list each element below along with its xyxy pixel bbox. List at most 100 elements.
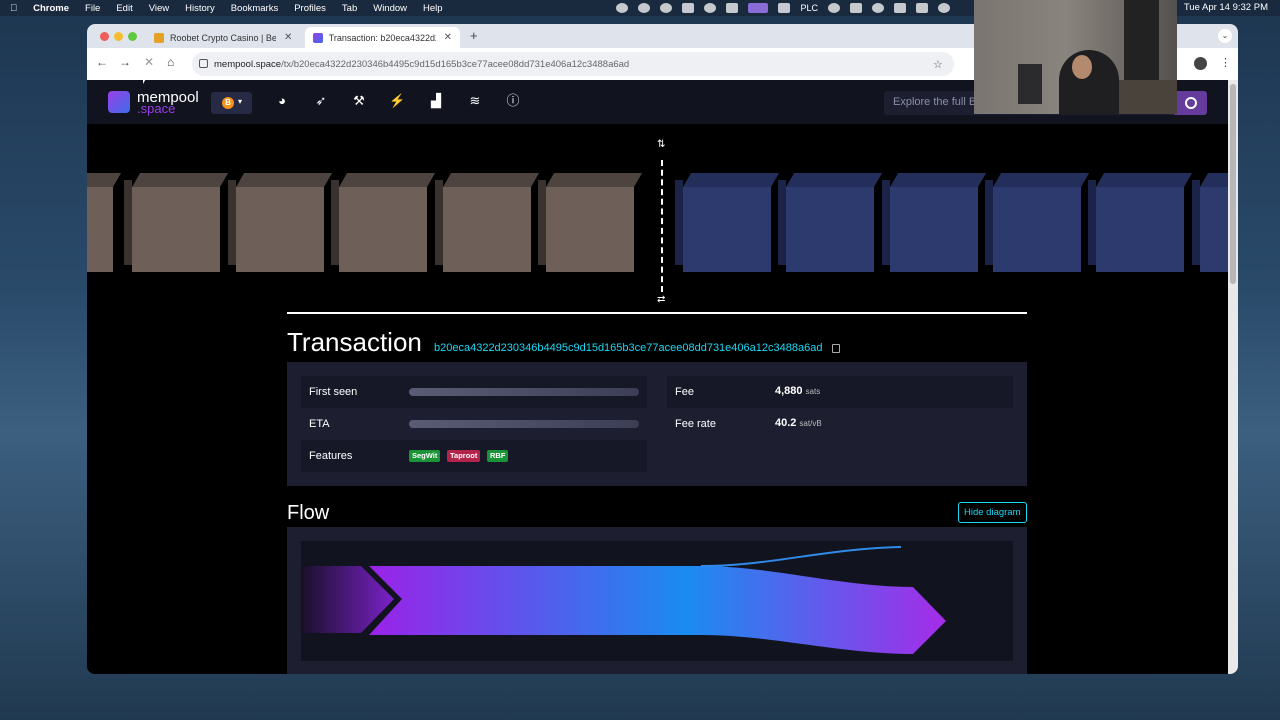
mempool-block[interactable] — [778, 173, 883, 272]
plc-status[interactable]: PLC — [800, 3, 818, 13]
close-window-button[interactable] — [100, 32, 109, 41]
s-app-icon[interactable] — [894, 3, 906, 13]
swap-vertical-icon[interactable]: ⇅ — [657, 139, 665, 150]
mined-block[interactable] — [228, 173, 333, 272]
fee-rate-label: Fee rate — [675, 418, 716, 430]
battery-icon[interactable] — [850, 3, 862, 13]
rocket-icon[interactable]: ➶ — [313, 93, 329, 109]
cloud-icon[interactable] — [682, 3, 695, 13]
first-seen-row: First seen — [301, 376, 647, 408]
profile-avatar[interactable] — [1194, 57, 1207, 70]
docs-icon[interactable]: ≋ — [467, 93, 483, 109]
zoom-icon[interactable] — [704, 3, 717, 13]
about-icon[interactable]: ⓘ — [505, 93, 521, 109]
flow-diagram[interactable] — [301, 541, 1013, 661]
taproot-badge[interactable]: Taproot — [447, 450, 481, 462]
bookmark-star-icon[interactable]: ☆ — [933, 58, 943, 71]
menu-file[interactable]: File — [85, 3, 100, 14]
tab-search-icon[interactable]: ⌄ — [1218, 29, 1232, 43]
lightning-icon[interactable]: ⚡ — [389, 93, 405, 109]
section-divider — [287, 312, 1027, 314]
screen-app-icon[interactable] — [748, 3, 769, 13]
mempool-block[interactable] — [1088, 173, 1193, 272]
back-icon[interactable]: ← — [96, 55, 108, 69]
display-icon[interactable] — [778, 3, 791, 13]
segwit-badge[interactable]: SegWit — [409, 450, 441, 462]
brightness-icon[interactable] — [616, 3, 629, 13]
menu-app-name[interactable]: Chrome — [33, 3, 69, 14]
mempool-favicon-icon — [313, 32, 323, 43]
mined-block[interactable] — [87, 173, 122, 272]
menu-window[interactable]: Window — [373, 3, 407, 14]
hide-diagram-button[interactable]: Hide diagram — [958, 502, 1027, 523]
menu-history[interactable]: History — [185, 3, 215, 14]
page-scrollbar[interactable] — [1228, 80, 1238, 674]
chain-divider — [661, 160, 663, 292]
mempool-block[interactable] — [675, 173, 780, 272]
site-info-icon[interactable] — [199, 59, 208, 68]
menu-profiles[interactable]: Profiles — [294, 3, 326, 14]
copy-icon[interactable] — [832, 344, 840, 353]
browser-window: Roobet Crypto Casino | Best ✕ Transactio… — [87, 24, 1238, 674]
sync-icon[interactable] — [660, 3, 673, 13]
address-bar[interactable]: mempool.space/tx/b20eca4322d230346b4495c… — [192, 52, 954, 76]
record-icon[interactable] — [638, 3, 651, 13]
menu-bookmarks[interactable]: Bookmarks — [231, 3, 279, 14]
loading-skeleton — [409, 388, 639, 396]
page-title: Transaction — [287, 327, 422, 357]
mempool-block[interactable] — [985, 173, 1090, 272]
mined-block[interactable] — [331, 173, 436, 272]
webcam-overlay — [974, 0, 1177, 114]
url-host: mempool.space — [214, 58, 282, 70]
search-button[interactable] — [1174, 91, 1207, 115]
mining-icon[interactable]: ⚒ — [351, 93, 367, 109]
browser-menu-icon[interactable]: ⋮ — [1220, 56, 1231, 69]
home-icon[interactable]: ⌂ — [167, 55, 174, 69]
tab-transaction-title: Transaction: b20eca4322d2 — [328, 32, 436, 43]
close-tab-icon[interactable]: ✕ — [284, 32, 292, 43]
fee-rate-unit: sat/vB — [799, 419, 822, 428]
tab-roobet[interactable]: Roobet Crypto Casino | Best ✕ — [146, 27, 303, 48]
new-tab-icon[interactable]: + — [470, 28, 478, 43]
txid-link[interactable]: b20eca4322d230346b4495c9d15d165b3ce77ace… — [434, 342, 822, 354]
vpn-icon[interactable] — [828, 3, 840, 13]
fee-unit: sats — [805, 387, 821, 396]
minimize-window-button[interactable] — [114, 32, 123, 41]
mined-block[interactable] — [435, 173, 540, 272]
dashboard-icon[interactable]: ◕ — [274, 93, 290, 109]
menu-view[interactable]: View — [149, 3, 169, 14]
mempool-block[interactable] — [882, 173, 987, 272]
green-app-icon[interactable] — [726, 3, 739, 13]
maximize-window-button[interactable] — [128, 32, 137, 41]
mempool-block[interactable] — [1192, 173, 1228, 272]
scrollbar-thumb[interactable] — [1230, 84, 1236, 284]
mined-block[interactable] — [538, 173, 643, 272]
menu-help[interactable]: Help — [423, 3, 443, 14]
mempool-logo-icon[interactable] — [108, 91, 130, 113]
fee-rate-row: Fee rate 40.2 sat/vB — [667, 408, 1013, 440]
fee-rate-value: 40.2 sat/vB — [775, 417, 822, 429]
stop-loading-icon[interactable]: ✕ — [144, 55, 154, 69]
apple-icon[interactable]:  — [10, 3, 17, 14]
volume-icon[interactable] — [916, 3, 928, 13]
menubar-clock[interactable]: Tue Apr 14 9:32 PM — [1184, 0, 1268, 16]
eta-label: ETA — [309, 418, 330, 430]
tab-transaction[interactable]: Transaction: b20eca4322d2 ✕ — [305, 27, 460, 48]
webcam-chair — [1018, 64, 1042, 104]
fee-rate-amount: 40.2 — [775, 417, 797, 429]
swap-horizontal-icon[interactable]: ⇄ — [657, 294, 665, 305]
close-tab-icon[interactable]: ✕ — [444, 32, 452, 43]
menu-edit[interactable]: Edit — [116, 3, 132, 14]
openai-icon[interactable] — [872, 3, 884, 13]
flow-output-band — [369, 566, 946, 654]
rbf-badge[interactable]: RBF — [487, 450, 509, 462]
play-icon[interactable] — [938, 3, 950, 13]
mined-block[interactable] — [124, 173, 229, 272]
logo-subtext[interactable]: .space — [137, 101, 175, 116]
url-path: /tx/b20eca4322d230346b4495c9d15d165b3ce7… — [281, 58, 630, 70]
network-selector[interactable]: B ▾ — [211, 92, 252, 114]
tab-roobet-title: Roobet Crypto Casino | Best — [170, 32, 276, 43]
menu-tab[interactable]: Tab — [342, 3, 357, 14]
graphs-icon[interactable]: ▟ — [428, 93, 444, 109]
forward-icon[interactable]: → — [119, 55, 131, 69]
